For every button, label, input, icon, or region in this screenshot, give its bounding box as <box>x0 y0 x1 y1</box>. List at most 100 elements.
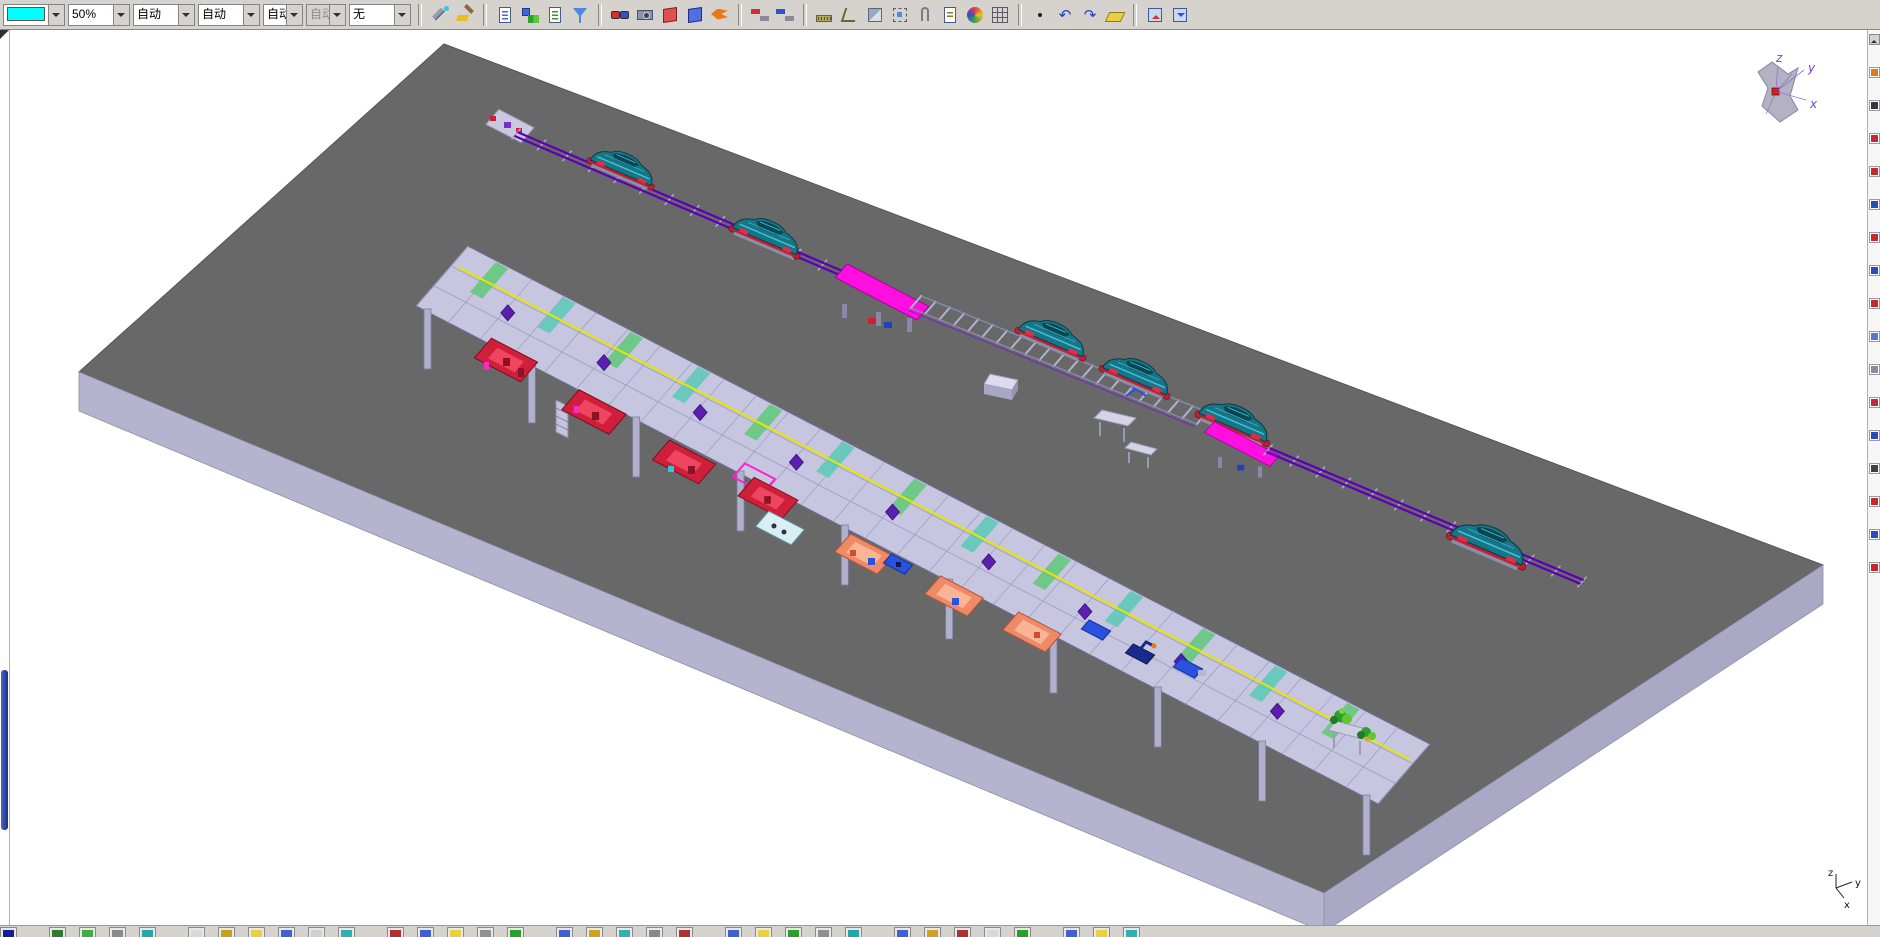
bottom-tool-icon[interactable] <box>646 927 663 937</box>
scrollbar-thumb[interactable] <box>1 670 8 830</box>
dropdown-arrow-icon[interactable] <box>178 5 194 25</box>
scene-svg[interactable]: z y x z y x <box>10 30 1867 925</box>
viewport-3d[interactable]: z y x z y x <box>10 30 1867 925</box>
blue-tag-3-icon[interactable] <box>1869 430 1880 441</box>
dropdown-arrow-icon[interactable] <box>48 5 64 25</box>
bottom-tool-icon[interactable] <box>218 927 235 937</box>
bottom-tool-icon[interactable] <box>785 927 802 937</box>
bottom-tool-icon[interactable] <box>338 927 355 937</box>
rotate-view-icon[interactable] <box>1169 4 1191 26</box>
render-quality-combo[interactable]: 自动 <box>133 4 195 26</box>
red-tag-4-icon[interactable] <box>1869 298 1880 309</box>
red-tag-5-icon[interactable] <box>1869 397 1880 408</box>
markup-color-icon[interactable] <box>964 4 986 26</box>
bottom-tool-icon[interactable] <box>477 927 494 937</box>
create-point-icon[interactable] <box>1029 4 1051 26</box>
paint-spray-icon[interactable] <box>429 4 451 26</box>
bottom-tool-icon[interactable] <box>924 927 941 937</box>
view-red-cube-icon[interactable] <box>659 4 681 26</box>
bottom-tool-icon[interactable] <box>845 927 862 937</box>
note-icon[interactable] <box>939 4 961 26</box>
snapshot-icon[interactable] <box>634 4 656 26</box>
bottom-tool-icon[interactable] <box>278 927 295 937</box>
orientation-triad[interactable]: z y x <box>1758 51 1818 122</box>
bottom-tool-icon[interactable] <box>0 927 17 937</box>
display-filter-icon[interactable] <box>569 4 591 26</box>
target-icon[interactable] <box>1869 100 1880 111</box>
placement-icon[interactable] <box>889 4 911 26</box>
line-width-combo[interactable]: 自动 <box>263 4 303 26</box>
list-view-icon[interactable] <box>1869 331 1880 342</box>
bottom-tool-icon[interactable] <box>188 927 205 937</box>
bottom-tool-icon[interactable] <box>49 927 66 937</box>
undo-icon[interactable] <box>1054 4 1076 26</box>
dropdown-arrow-icon[interactable] <box>329 5 345 25</box>
bottom-tool-icon[interactable] <box>507 927 524 937</box>
red-tag-3-icon[interactable] <box>1869 232 1880 243</box>
bottom-tool-icon[interactable] <box>894 927 911 937</box>
blue-tag-2-icon[interactable] <box>1869 265 1880 276</box>
bottom-tool-icon[interactable] <box>447 927 464 937</box>
zoom-level-combo[interactable]: 50% <box>68 4 130 26</box>
bottom-tool-icon[interactable] <box>1014 927 1031 937</box>
bottom-tool-icon[interactable] <box>616 927 633 937</box>
bottom-tool-icon[interactable] <box>79 927 96 937</box>
bottom-tool-icon[interactable] <box>1093 927 1110 937</box>
bottom-tool-icon[interactable] <box>1063 927 1080 937</box>
bottom-tool-icon[interactable] <box>1123 927 1140 937</box>
bottom-tool-icon[interactable] <box>815 927 832 937</box>
redo-icon[interactable] <box>1079 4 1101 26</box>
attach-icon[interactable] <box>914 4 936 26</box>
bottom-tool-icon[interactable] <box>308 927 325 937</box>
swap-blue-icon[interactable] <box>774 4 796 26</box>
bottom-tool-icon[interactable] <box>556 927 573 937</box>
blue-tag-4-icon[interactable] <box>1869 529 1880 540</box>
bottom-tool-icon[interactable] <box>139 927 156 937</box>
red-tag-7-icon[interactable] <box>1869 562 1880 573</box>
display-mode-combo[interactable]: 自动 <box>198 4 260 26</box>
section-view-icon[interactable] <box>864 4 886 26</box>
fly-mode-icon[interactable] <box>709 4 731 26</box>
bottom-tool-icon[interactable] <box>725 927 742 937</box>
paint-brush-icon[interactable] <box>454 4 476 26</box>
bottom-tool-icon[interactable] <box>676 927 693 937</box>
floor-slab[interactable] <box>79 44 1823 925</box>
red-tag-6-icon[interactable] <box>1869 496 1880 507</box>
study-tree-icon[interactable] <box>519 4 541 26</box>
dropdown-arrow-icon[interactable] <box>113 5 129 25</box>
bottom-tool-icon[interactable] <box>954 927 971 937</box>
bottom-tool-icon[interactable] <box>248 927 265 937</box>
stereo-view-icon[interactable] <box>609 4 631 26</box>
toolbar-separator <box>738 4 742 26</box>
dropdown-arrow-icon[interactable] <box>286 5 302 25</box>
new-study-icon[interactable] <box>494 4 516 26</box>
bottom-tool-icon[interactable] <box>387 927 404 937</box>
gray-tag-icon[interactable] <box>1869 364 1880 375</box>
measure-distance-icon[interactable] <box>814 4 836 26</box>
bottom-tool-icon[interactable] <box>984 927 1001 937</box>
view-blue-cube-icon[interactable] <box>684 4 706 26</box>
line-style-combo[interactable]: 自动 <box>306 4 346 26</box>
bottom-tool-icon[interactable] <box>417 927 434 937</box>
edit-note-icon[interactable] <box>1869 67 1880 78</box>
red-tag-1-icon[interactable] <box>1869 133 1880 144</box>
material-combo[interactable]: 无 <box>349 4 411 26</box>
pan-view-icon[interactable] <box>1144 4 1166 26</box>
dropdown-arrow-icon[interactable] <box>394 5 410 25</box>
red-tag-2-icon[interactable] <box>1869 166 1880 177</box>
blue-tag-1-icon[interactable] <box>1869 199 1880 210</box>
snap-grid-icon[interactable] <box>989 4 1011 26</box>
measure-angle-icon[interactable] <box>839 4 861 26</box>
study-properties-icon[interactable] <box>544 4 566 26</box>
current-color-combo[interactable] <box>3 4 65 26</box>
bottom-tool-icon[interactable] <box>755 927 772 937</box>
swap-red-icon[interactable] <box>749 4 771 26</box>
bottom-tool-icon[interactable] <box>109 927 126 937</box>
left-scrollbar[interactable] <box>0 30 10 925</box>
bottom-tool-icon[interactable] <box>586 927 603 937</box>
dropdown-arrow-icon[interactable] <box>243 5 259 25</box>
scroll-up-icon[interactable] <box>1869 34 1880 45</box>
scrollbar-arrow-icon[interactable] <box>0 30 9 39</box>
erase-markup-icon[interactable] <box>1104 4 1126 26</box>
dark-tool-icon[interactable] <box>1869 463 1880 474</box>
